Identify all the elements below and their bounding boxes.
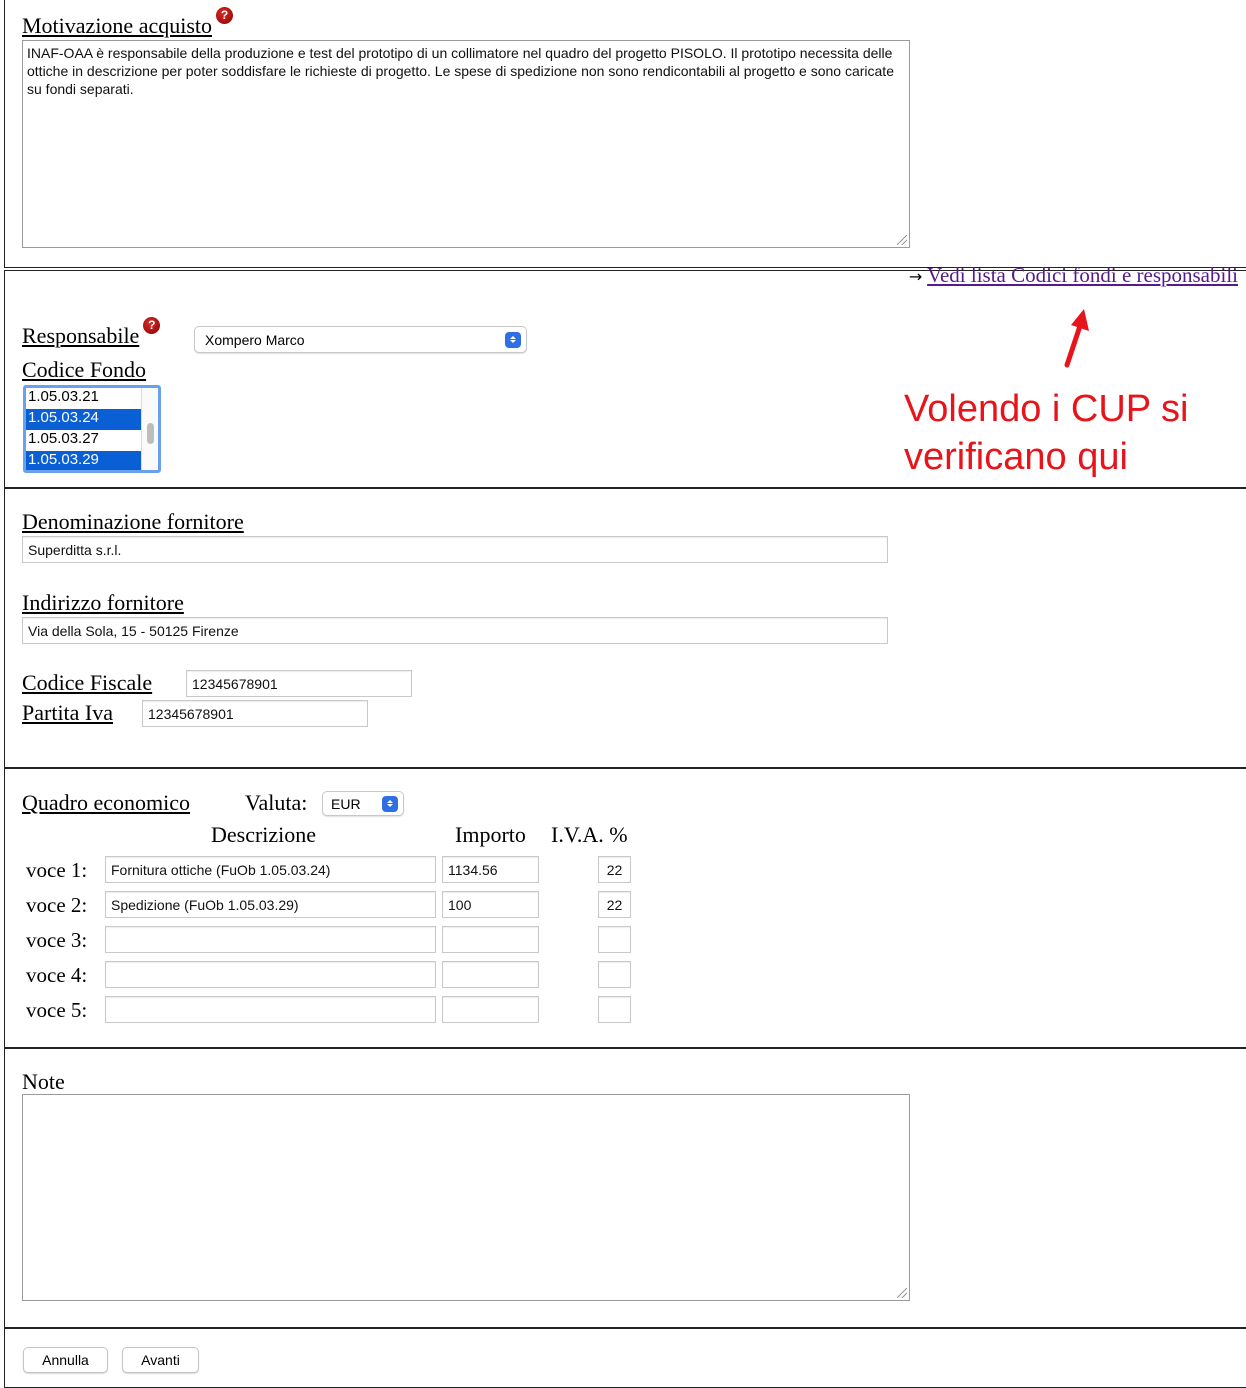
voce-label: voce 5: — [26, 998, 88, 1022]
voce-descrizione-value: Spedizione (FuOb 1.05.03.29) — [111, 896, 299, 913]
motivazione-text: INAF-OAA è responsabile della produzione… — [27, 45, 894, 97]
voce-iva-input[interactable] — [598, 926, 631, 953]
voce-label: voce 1: — [26, 858, 88, 882]
motivazione-section: Motivazione acquisto ? INAF-OAA è respon… — [4, 0, 1246, 268]
voce-importo-value: 100 — [448, 896, 472, 913]
codici-fondi-link[interactable]: Vedi lista Codici fondi e responsabili — [927, 263, 1238, 287]
voce-iva-value: 22 — [606, 861, 623, 878]
partita-iva-input[interactable]: 12345678901 — [142, 700, 368, 727]
voce-descrizione-input[interactable]: Spedizione (FuOb 1.05.03.29) — [105, 891, 436, 918]
valuta-select[interactable]: EUR — [322, 791, 404, 816]
col-importo: Importo — [455, 822, 526, 847]
voce-iva-input[interactable]: 22 — [598, 856, 631, 883]
codice-fiscale-value: 12345678901 — [192, 675, 278, 692]
listbox-option[interactable]: 1.05.03.21 — [26, 388, 143, 409]
voce-descrizione-input[interactable] — [105, 996, 436, 1023]
codice-fiscale-label: Codice Fiscale — [22, 670, 153, 695]
partita-iva-value: 12345678901 — [148, 705, 234, 722]
valuta-label: Valuta: — [245, 790, 308, 815]
voce-descrizione-input[interactable]: Fornitura ottiche (FuOb 1.05.03.24) — [105, 856, 436, 883]
voce-importo-input[interactable] — [442, 961, 539, 988]
voce-iva-value: 22 — [606, 896, 623, 913]
red-arrow-icon — [1064, 309, 1089, 368]
help-icon[interactable]: ? — [143, 317, 161, 334]
indirizzo-input[interactable]: Via della Sola, 15 - 50125 Firenze — [22, 617, 888, 644]
responsabile-value: Xompero Marco — [205, 331, 305, 348]
quadro-label: Quadro economico — [22, 790, 190, 815]
codice-fiscale-input[interactable]: 12345678901 — [186, 670, 412, 697]
voce-label: voce 2: — [26, 893, 88, 917]
responsabile-label: Responsabile — [22, 323, 140, 348]
quadro-section: Quadro economico Valuta: EUR Descrizione… — [4, 768, 1246, 1048]
denominazione-input[interactable]: Superditta s.r.l. — [22, 536, 888, 563]
actions-section: Annulla Avanti — [4, 1328, 1246, 1388]
col-iva: I.V.A. % — [551, 822, 628, 847]
chevron-updown-icon — [505, 331, 521, 348]
voce-importo-input[interactable] — [442, 926, 539, 953]
voce-descrizione-value: Fornitura ottiche (FuOb 1.05.03.24) — [111, 861, 331, 878]
voce-importo-input[interactable]: 100 — [442, 891, 539, 918]
codice-fondo-label: Codice Fondo — [22, 357, 147, 382]
voce-label: voce 3: — [26, 928, 88, 952]
partita-iva-label: Partita Iva — [22, 700, 114, 725]
denominazione-value: Superditta s.r.l. — [28, 541, 122, 558]
indirizzo-label: Indirizzo fornitore — [22, 590, 184, 615]
voce-iva-input[interactable] — [598, 961, 631, 988]
voce-descrizione-input[interactable] — [105, 926, 436, 953]
voce-importo-input[interactable] — [442, 996, 539, 1023]
note-section: Note — [4, 1048, 1246, 1328]
indirizzo-value: Via della Sola, 15 - 50125 Firenze — [28, 622, 239, 639]
chevron-updown-icon — [382, 795, 398, 812]
voce-importo-input[interactable]: 1134.56 — [442, 856, 539, 883]
annotation-line1: Volendo i CUP si — [904, 388, 1189, 430]
codice-fondo-listbox[interactable]: 1.05.03.21 1.05.03.24 1.05.03.27 1.05.03… — [23, 385, 161, 473]
fondi-section: → Vedi lista Codici fondi e responsabili… — [4, 263, 1246, 488]
fornitore-section: Denominazione fornitore Superditta s.r.l… — [4, 488, 1246, 768]
voce-importo-value: 1134.56 — [448, 861, 498, 878]
denominazione-label: Denominazione fornitore — [22, 509, 244, 534]
motivazione-textarea[interactable]: INAF-OAA è responsabile della produzione… — [22, 40, 910, 248]
note-textarea[interactable] — [22, 1094, 910, 1301]
listbox-option-selected[interactable]: 1.05.03.29 — [26, 451, 143, 470]
valuta-value: EUR — [331, 795, 361, 812]
voce-label: voce 4: — [26, 963, 88, 987]
annotation-text: Volendo i CUP si verificano qui — [904, 385, 1188, 481]
col-descrizione: Descrizione — [211, 822, 317, 847]
arrow-icon: → — [908, 267, 923, 286]
listbox-option[interactable]: 1.05.03.27 — [26, 430, 143, 451]
annotation-line2: verificano qui — [904, 436, 1128, 478]
help-icon[interactable]: ? — [216, 7, 234, 24]
listbox-option-selected[interactable]: 1.05.03.24 — [26, 409, 143, 430]
avanti-button[interactable]: Avanti — [122, 1347, 199, 1373]
resize-grip-icon[interactable] — [897, 1288, 907, 1298]
avanti-label: Avanti — [141, 1352, 180, 1368]
annulla-label: Annulla — [42, 1352, 89, 1368]
note-label: Note — [22, 1069, 65, 1094]
scrollbar-thumb[interactable] — [147, 423, 154, 444]
motivazione-label: Motivazione acquisto — [22, 13, 213, 38]
annulla-button[interactable]: Annulla — [23, 1347, 108, 1373]
responsabile-select[interactable]: Xompero Marco — [194, 326, 527, 353]
listbox-scrollbar[interactable] — [141, 388, 158, 470]
resize-grip-icon[interactable] — [897, 235, 907, 245]
voce-iva-input[interactable] — [598, 996, 631, 1023]
voce-iva-input[interactable]: 22 — [598, 891, 631, 918]
voce-descrizione-input[interactable] — [105, 961, 436, 988]
